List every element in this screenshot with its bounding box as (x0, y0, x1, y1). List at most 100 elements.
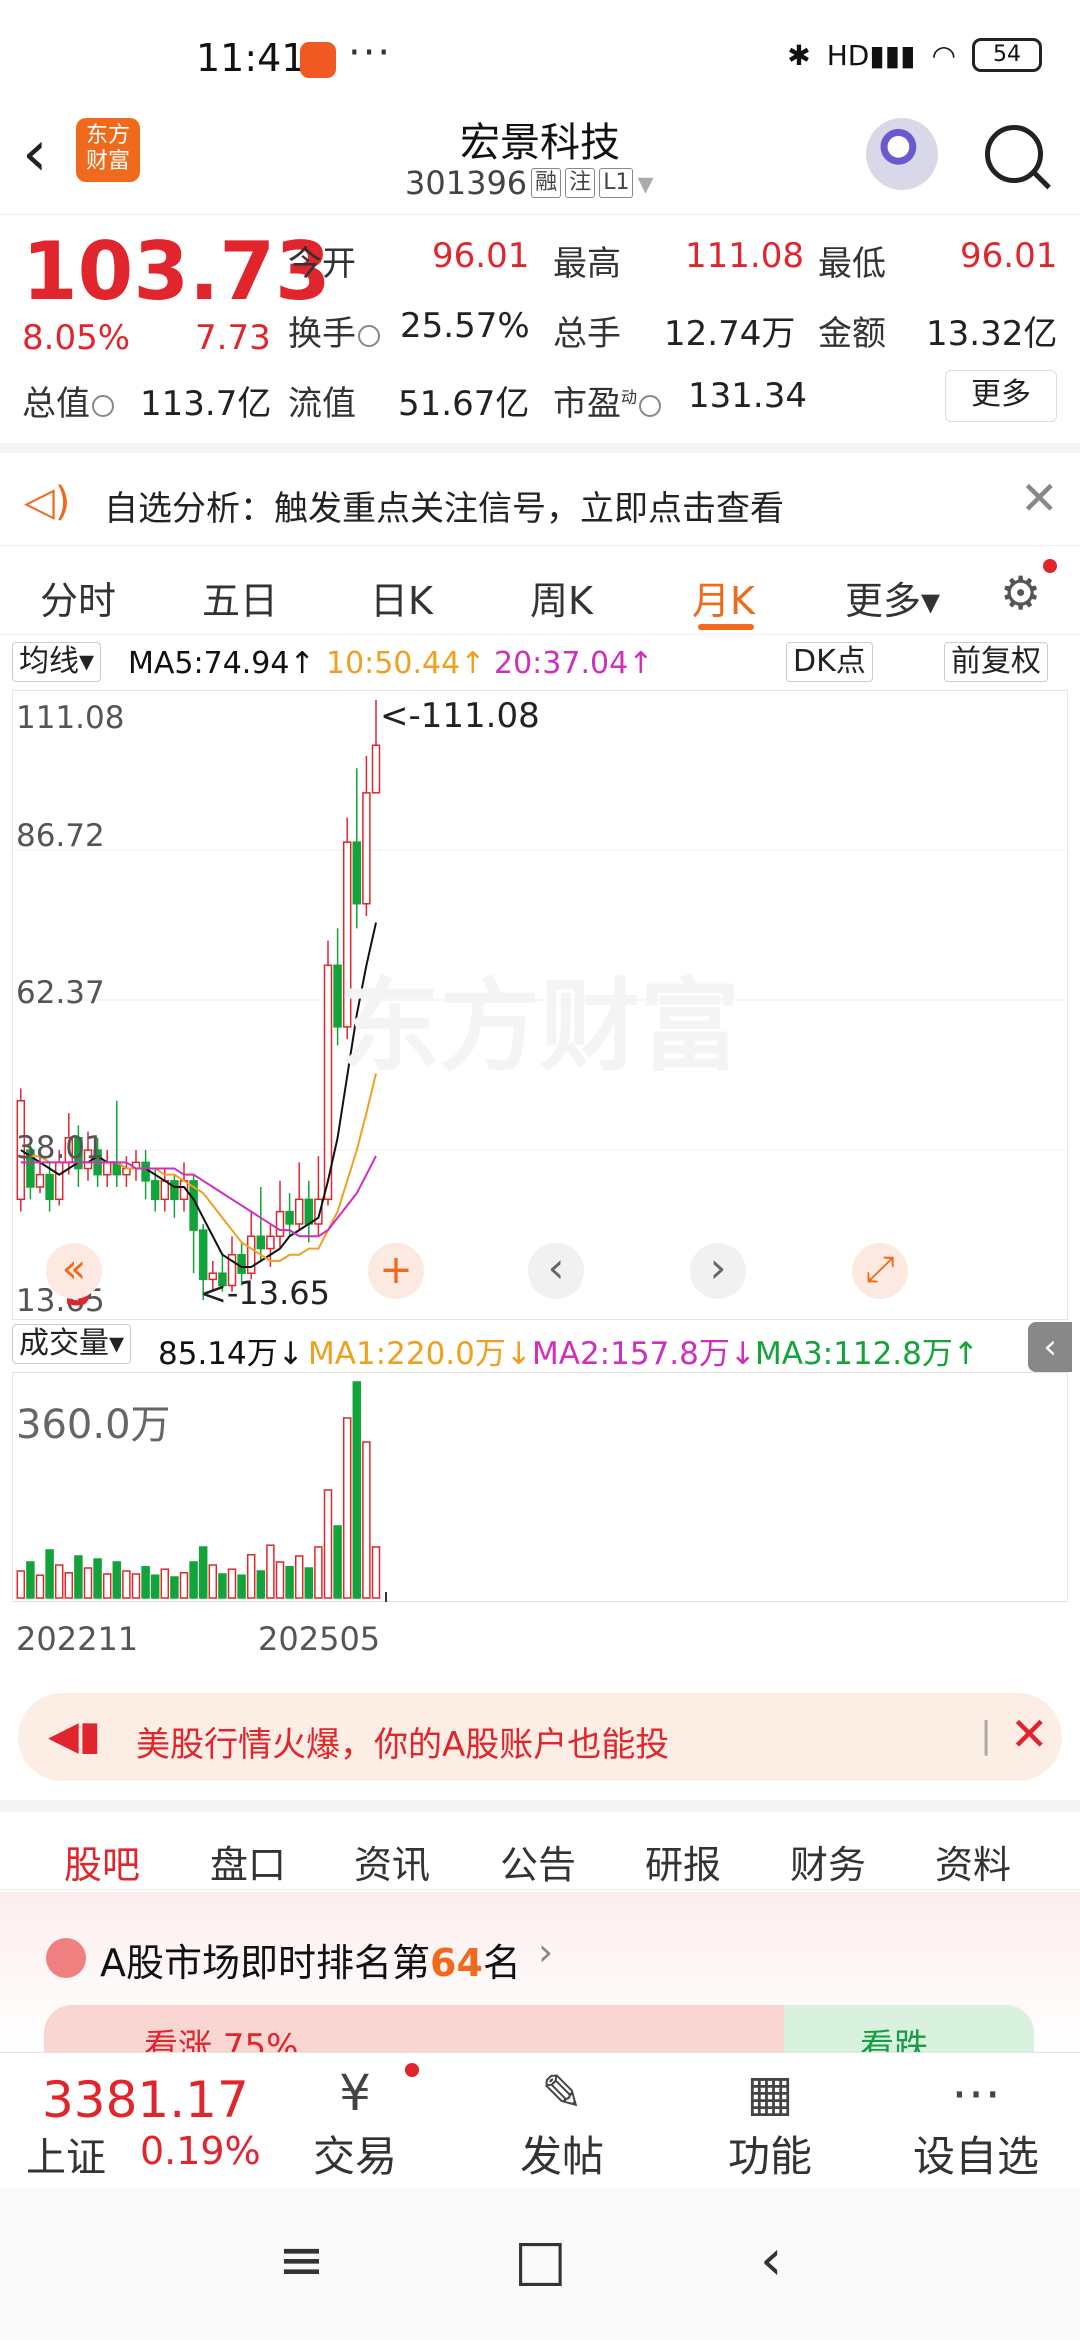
search-icon[interactable] (985, 125, 1043, 183)
volume-bar (102, 1573, 112, 1599)
candle-body (141, 1161, 150, 1182)
scroll-left-fast-button[interactable]: « (46, 1243, 102, 1299)
tab-financials[interactable]: 财务 (790, 1834, 866, 1889)
candle-body (45, 1173, 54, 1201)
stock-code-row[interactable]: 301396 融 注 L1 ▾ (405, 164, 654, 202)
notification-dot (405, 2063, 419, 2077)
index-value[interactable]: 3381.17 (42, 2071, 249, 2129)
tab-more[interactable]: 更多▾ (845, 570, 940, 625)
speaker-icon: ◁) (24, 479, 71, 525)
bottom-nav: 3381.17 上证 0.19% ¥ 交易 ✎ 发帖 ▦ 功能 ⋯ 设自选 (0, 2052, 1080, 2188)
scroll-right-button[interactable]: › (690, 1243, 746, 1299)
low-value: 96.01 (960, 236, 1058, 276)
volume-bar (16, 1570, 26, 1599)
app-notification-icon (300, 42, 336, 78)
volume-bar (304, 1567, 314, 1599)
menu-icon[interactable]: ≡ (278, 2228, 325, 2293)
volume-bar (112, 1561, 122, 1599)
volume-bar (54, 1564, 64, 1599)
close-icon[interactable]: ✕ (1020, 471, 1059, 525)
volume-max-label: 360.0万 (16, 1402, 171, 1448)
candle-body (160, 1180, 170, 1201)
open-value: 96.01 (432, 236, 530, 276)
signal-icon: HD▮▮▮ (826, 38, 916, 72)
price-adjust-select[interactable]: 前复权 (944, 642, 1048, 682)
nav-post[interactable]: ✎ 发帖 (482, 2063, 642, 2184)
indicator-select[interactable]: 均线▾ (12, 642, 102, 682)
volume-indicator-select[interactable]: 成交量▾ (12, 1324, 132, 1364)
nav-add-watchlist[interactable]: ⋯ 设自选 (896, 2063, 1056, 2184)
volume-bar (333, 1525, 342, 1599)
market-cap-label[interactable]: 总值 (22, 376, 114, 425)
chart-period-tabs: 分时 五日 日K 周K 月K 更多▾ ⚙ (0, 545, 1080, 635)
candle-body (323, 964, 333, 1201)
candle-body (150, 1180, 160, 1201)
volume-bar (352, 1381, 362, 1599)
expand-panel-button[interactable]: ‹ (1028, 1322, 1072, 1372)
y-tick-3: 62.37 (16, 975, 105, 1011)
change-percent: 8.05% (22, 318, 131, 358)
tab-five-day[interactable]: 五日 (202, 570, 278, 625)
tab-news[interactable]: 资讯 (354, 1834, 430, 1889)
ma20-line (20, 1155, 377, 1238)
volume-label: 总手 (553, 314, 621, 354)
volume-bar (170, 1576, 179, 1599)
tab-monthly-k[interactable]: 月K (692, 570, 755, 625)
nav-trade-label: 交易 (312, 2132, 397, 2181)
back-icon[interactable]: ‹ (760, 2228, 782, 2293)
assistant-robot-icon[interactable] (866, 118, 938, 190)
tab-orderbook[interactable]: 盘口 (210, 1834, 286, 1889)
close-icon[interactable]: ✕ (1010, 1707, 1049, 1761)
tab-research[interactable]: 研报 (645, 1834, 721, 1889)
candle-body (304, 1198, 314, 1225)
pe-label[interactable]: 市盈动 (553, 376, 662, 425)
nav-trade[interactable]: ¥ 交易 (275, 2063, 435, 2184)
bullish-vote[interactable]: 看涨 75% (144, 2019, 298, 2055)
turnover-label[interactable]: 换手 (288, 306, 380, 355)
bluetooth-icon: ✱ (787, 38, 811, 72)
ma10-value: 10:50.44↑ (326, 646, 486, 681)
volume-bar (189, 1561, 198, 1599)
edit-icon: ✎ (541, 2064, 583, 2122)
vol-ma1-value: MA1:220.0万↓ (308, 1336, 532, 1372)
fullscreen-button[interactable]: ⤢ (852, 1243, 908, 1299)
volume-bar (26, 1561, 35, 1599)
tab-weekly-k[interactable]: 周K (530, 570, 593, 625)
scroll-left-button[interactable]: ‹ (528, 1243, 584, 1299)
more-quote-button[interactable]: 更多 (945, 370, 1057, 422)
home-icon[interactable]: □ (514, 2228, 567, 2293)
registration-tag: 注 (565, 168, 596, 198)
notification-dot (1043, 559, 1057, 573)
date-tick-end: 202505 (258, 1620, 381, 1658)
volume-bar (362, 1441, 371, 1599)
tab-profile[interactable]: 资料 (935, 1834, 1011, 1889)
candle-body (54, 1161, 64, 1201)
info-icon (639, 394, 662, 417)
sentiment-vote-bar[interactable]: 看涨 75% 看跌 (44, 2005, 1034, 2055)
tab-intraday[interactable]: 分时 (40, 570, 116, 625)
volume-bar (150, 1574, 160, 1599)
index-name[interactable]: 上证 (26, 2125, 106, 2183)
volume-frame (12, 1372, 1068, 1602)
y-tick-4: 38.01 (16, 1130, 105, 1166)
nav-post-label: 发帖 (519, 2132, 604, 2181)
chevron-down-icon: ▾ (637, 164, 654, 202)
dk-point-select[interactable]: DK点 (786, 642, 873, 682)
open-label: 今开 (288, 244, 356, 284)
gear-icon[interactable]: ⚙ (1000, 566, 1041, 620)
bearish-vote[interactable]: 看跌 (860, 2019, 928, 2055)
content-tabs: 股吧 盘口 资讯 公告 研报 财务 资料 (0, 1800, 1080, 1900)
notice-bar[interactable]: ◁) 自选分析：触发重点关注信号，立即点击查看 ✕ (0, 443, 1080, 539)
tab-daily-k[interactable]: 日K (370, 570, 433, 625)
zoom-in-button[interactable]: + (368, 1243, 424, 1299)
tab-forum[interactable]: 股吧 (64, 1834, 140, 1889)
low-annotation: <-13.65 (200, 1274, 330, 1312)
volume-bar (218, 1573, 227, 1599)
volume-bar (246, 1554, 256, 1599)
promo-banner[interactable]: ◀▮ 美股行情火爆，你的A股账户也能投 | ✕ (18, 1693, 1062, 1781)
tab-announcements[interactable]: 公告 (500, 1834, 576, 1889)
low-label: 最低 (818, 244, 886, 284)
nav-functions[interactable]: ▦ 功能 (690, 2063, 850, 2184)
more-circle-icon: ⋯ (951, 2064, 1001, 2122)
volume-bar (141, 1566, 150, 1599)
